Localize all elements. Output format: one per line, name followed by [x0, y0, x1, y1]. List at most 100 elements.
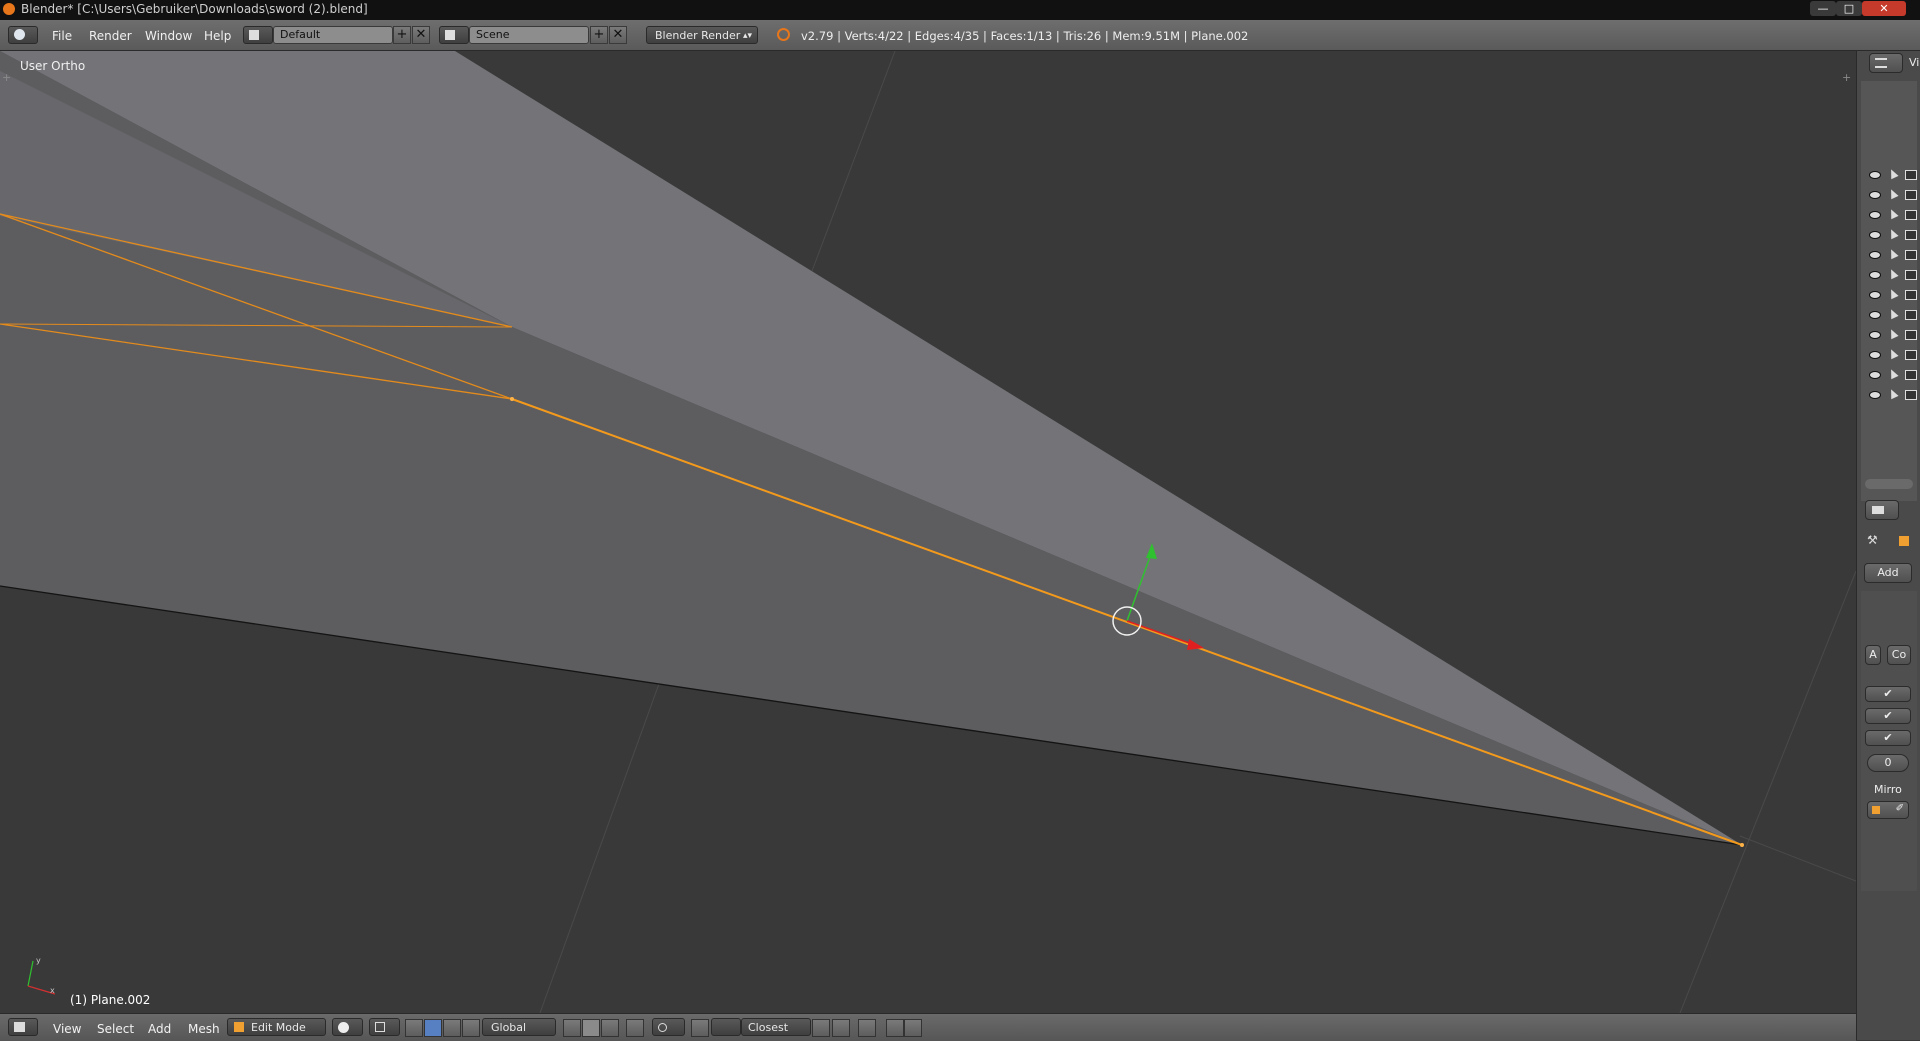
apply-button[interactable]: A — [1865, 645, 1881, 665]
scene-name-field[interactable]: Scene — [469, 26, 589, 44]
render-camera-icon[interactable] — [1905, 310, 1917, 320]
opengl-render-image-icon[interactable] — [858, 1019, 876, 1037]
translate-manipulator-icon[interactable] — [424, 1019, 442, 1037]
transform-orientation-dropdown[interactable]: Global — [482, 1018, 556, 1036]
render-camera-icon[interactable] — [1905, 270, 1917, 280]
toolshelf-expand-icon[interactable]: + — [2, 71, 11, 84]
vertex-select-mode-icon[interactable] — [563, 1019, 581, 1037]
menu-add[interactable]: Add — [148, 1022, 171, 1036]
snap-align-rotation-icon[interactable] — [812, 1019, 830, 1037]
visibility-eye-icon[interactable] — [1869, 351, 1881, 359]
visibility-eye-icon[interactable] — [1869, 291, 1881, 299]
layout-name-field[interactable]: Default — [273, 26, 393, 44]
pivot-point-dropdown[interactable] — [369, 1018, 400, 1036]
outliner-view-tab[interactable]: Vi — [1909, 56, 1919, 69]
close-icon[interactable]: ✕ — [1862, 1, 1906, 16]
properties-editor-selector[interactable] — [1865, 500, 1899, 520]
snap-toggle-icon[interactable] — [691, 1019, 709, 1037]
select-arrow-icon[interactable] — [1887, 247, 1899, 260]
select-arrow-icon[interactable] — [1887, 227, 1899, 240]
clipping-checkbox-row[interactable]: ✔ — [1865, 730, 1911, 746]
visibility-eye-icon[interactable] — [1869, 211, 1881, 219]
face-select-mode-icon[interactable] — [601, 1019, 619, 1037]
mirror-object-field[interactable]: ✐ — [1867, 801, 1909, 819]
outliner-scrollbar[interactable] — [1865, 479, 1913, 489]
render-camera-icon[interactable] — [1905, 190, 1917, 200]
menu-file[interactable]: File — [52, 29, 72, 43]
merge-distance-field[interactable]: 0 — [1867, 754, 1909, 772]
visibility-eye-icon[interactable] — [1869, 191, 1881, 199]
viewport-shading-dropdown[interactable] — [332, 1018, 363, 1036]
visibility-eye-icon[interactable] — [1869, 391, 1881, 399]
visibility-eye-icon[interactable] — [1869, 331, 1881, 339]
render-camera-icon[interactable] — [1905, 370, 1917, 380]
visibility-eye-icon[interactable] — [1869, 171, 1881, 179]
select-arrow-icon[interactable] — [1887, 167, 1899, 180]
select-arrow-icon[interactable] — [1887, 207, 1899, 220]
select-arrow-icon[interactable] — [1887, 367, 1899, 380]
viewport-canvas[interactable]: y x + + — [0, 51, 1856, 1013]
proportional-edit-dropdown[interactable] — [652, 1018, 685, 1036]
manipulator-toggle-icon[interactable] — [405, 1019, 423, 1037]
delete-scene-button[interactable]: ✕ — [609, 26, 627, 44]
select-arrow-icon[interactable] — [1887, 387, 1899, 400]
render-engine-dropdown[interactable]: Blender Render ▴▾ — [646, 26, 758, 44]
menu-mesh[interactable]: Mesh — [188, 1022, 220, 1036]
scene-selector[interactable] — [439, 26, 469, 44]
select-arrow-icon[interactable] — [1887, 347, 1899, 360]
select-arrow-icon[interactable] — [1887, 287, 1899, 300]
occlude-geometry-icon[interactable] — [626, 1019, 644, 1037]
render-view-icon[interactable] — [904, 1019, 922, 1037]
render-camera-icon[interactable] — [1905, 330, 1917, 340]
menu-view[interactable]: View — [53, 1022, 81, 1036]
render-camera-icon[interactable] — [1905, 350, 1917, 360]
editor-type-selector[interactable] — [8, 26, 38, 44]
render-camera-icon[interactable] — [1905, 170, 1917, 180]
opengl-render-animation-icon[interactable] — [886, 1019, 904, 1037]
select-arrow-icon[interactable] — [1887, 307, 1899, 320]
visibility-eye-icon[interactable] — [1869, 231, 1881, 239]
screen-layout-selector[interactable] — [243, 26, 273, 44]
selected-vertex[interactable] — [510, 397, 514, 401]
editor-type-selector-3d[interactable] — [8, 1018, 38, 1036]
snap-project-icon[interactable] — [832, 1019, 850, 1037]
menu-render[interactable]: Render — [89, 29, 132, 43]
3d-viewport[interactable]: y x + + User Ortho (1) Plane.002 — [0, 51, 1856, 1013]
render-camera-icon[interactable] — [1905, 390, 1917, 400]
add-scene-button[interactable]: + — [590, 26, 608, 44]
outliner-display-mode[interactable] — [1869, 53, 1903, 73]
select-arrow-icon[interactable] — [1887, 187, 1899, 200]
select-arrow-icon[interactable] — [1887, 327, 1899, 340]
delete-layout-button[interactable]: ✕ — [412, 26, 430, 44]
wrench-icon[interactable]: ⚒ — [1867, 533, 1878, 547]
rotate-manipulator-icon[interactable] — [443, 1019, 461, 1037]
edge-select-mode-icon[interactable] — [582, 1019, 600, 1037]
minimize-icon[interactable]: — — [1810, 1, 1836, 16]
add-layout-button[interactable]: + — [393, 26, 411, 44]
visibility-eye-icon[interactable] — [1869, 271, 1881, 279]
visibility-eye-icon[interactable] — [1869, 251, 1881, 259]
menu-help[interactable]: Help — [204, 29, 231, 43]
snap-target-dropdown[interactable]: Closest — [741, 1018, 811, 1036]
visibility-eye-icon[interactable] — [1869, 311, 1881, 319]
maximize-icon[interactable]: □ — [1836, 1, 1862, 16]
copy-button[interactable]: Co — [1887, 645, 1911, 665]
selected-vertex[interactable] — [1740, 843, 1744, 847]
visibility-eye-icon[interactable] — [1869, 371, 1881, 379]
mode-dropdown[interactable]: Edit Mode — [227, 1018, 326, 1036]
option-checkbox-row[interactable]: ✔ — [1865, 708, 1911, 724]
scale-manipulator-icon[interactable] — [462, 1019, 480, 1037]
axis-checkbox-row[interactable]: ✔ — [1865, 686, 1911, 702]
select-arrow-icon[interactable] — [1887, 267, 1899, 280]
snap-element-dropdown[interactable] — [711, 1018, 741, 1036]
menu-window[interactable]: Window — [145, 29, 192, 43]
render-camera-icon[interactable] — [1905, 230, 1917, 240]
object-cube-icon[interactable] — [1899, 536, 1909, 546]
render-camera-icon[interactable] — [1905, 210, 1917, 220]
menu-select[interactable]: Select — [97, 1022, 134, 1036]
outliner[interactable] — [1861, 81, 1917, 501]
add-modifier-button[interactable]: Add — [1864, 563, 1912, 583]
render-camera-icon[interactable] — [1905, 290, 1917, 300]
render-camera-icon[interactable] — [1905, 250, 1917, 260]
properties-expand-icon[interactable]: + — [1842, 71, 1851, 84]
